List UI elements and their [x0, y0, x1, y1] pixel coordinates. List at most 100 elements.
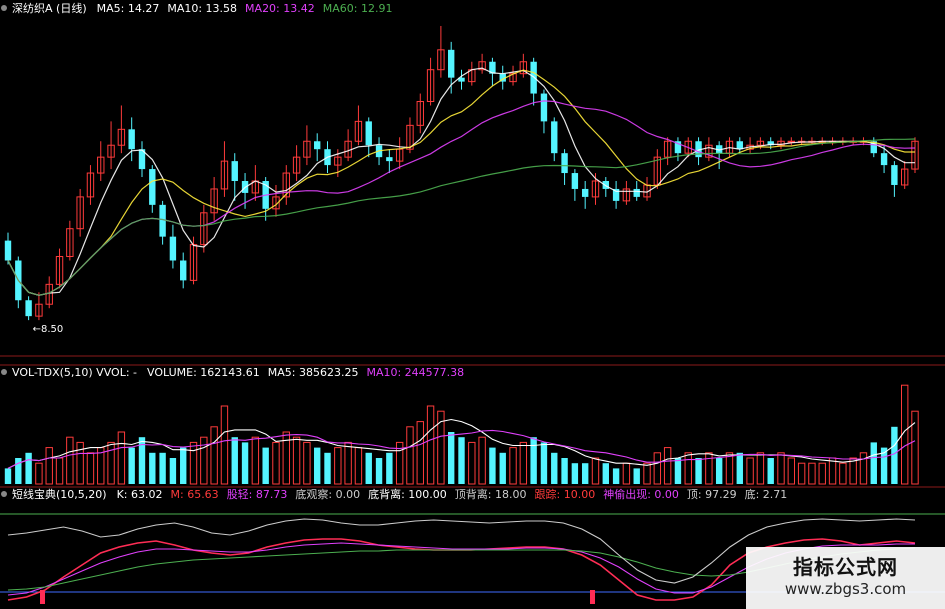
volume-bar: [406, 426, 414, 485]
volume-bar: [458, 437, 465, 484]
oscillator-header-indicator-9: 底: 2.71: [745, 487, 788, 501]
oscillator-header-indicator-3: 底观察: 0.00: [295, 487, 360, 501]
volume-bar: [859, 452, 868, 485]
volume-bar: [767, 458, 774, 484]
volume-bar: [684, 452, 692, 485]
candle-body-down: [180, 260, 187, 281]
volume-bar: [849, 457, 857, 485]
volume-bar: [35, 462, 43, 485]
volume-bar: [911, 410, 919, 485]
volume-bar: [591, 457, 600, 485]
candle-body-down: [880, 153, 888, 166]
price-header-indicator-1: MA10: 13.58: [167, 2, 237, 15]
volume-bar: [107, 441, 115, 485]
volume-bar: [210, 426, 218, 485]
candle-body-down: [633, 188, 640, 197]
volume-header-dot: [1, 369, 7, 375]
price-header-indicator-2: MA20: 13.42: [245, 2, 315, 15]
volume-bar: [653, 452, 662, 485]
volume-bar: [149, 452, 156, 484]
volume-bar: [386, 452, 393, 484]
oscillator-header-indicator-5: 顶背离: 18.00: [455, 487, 527, 501]
volume-bar: [499, 452, 506, 484]
volume-bar: [540, 442, 548, 484]
volume-bar: [622, 462, 631, 485]
volume-bar: [344, 441, 352, 485]
volume-bar: [725, 452, 734, 485]
candle-body-down: [447, 49, 455, 78]
volume-bar: [314, 447, 321, 484]
oscillator-header-indicator-8: 顶: 97.29: [687, 488, 737, 501]
volume-bar: [797, 462, 806, 485]
candle-body-down: [571, 173, 579, 189]
volume-header-indicator-1: MA5: 385623.25: [268, 366, 359, 379]
oscillator-header-indicator-6: 跟踪: 10.00: [535, 487, 596, 501]
candle-body-down: [231, 161, 238, 181]
volume-bar: [66, 436, 74, 485]
oscillator-header-indicator-2: 股轻: 87.73: [227, 487, 288, 501]
volume-bar: [468, 441, 476, 485]
volume-bar: [756, 452, 765, 485]
ma-line-ma5: [7, 67, 915, 296]
candle-body-down: [891, 165, 898, 185]
ma-line-ma20: [7, 100, 916, 296]
volume-bar: [519, 441, 528, 485]
volume-bar: [839, 462, 847, 485]
volume-bar: [324, 452, 331, 484]
volume-bar: [447, 432, 455, 484]
candle-body-down: [169, 236, 177, 261]
volume-bar: [551, 452, 558, 484]
volume-bar: [45, 447, 53, 485]
volume-bar: [663, 447, 672, 485]
volume-bar: [602, 463, 609, 484]
volume-bar: [354, 447, 363, 485]
volume-bar: [220, 405, 229, 485]
volume-bar: [159, 452, 166, 484]
volume-bar: [365, 452, 372, 484]
volume-bar: [189, 441, 198, 485]
volume-panel: [4, 384, 919, 485]
volume-bar: [705, 452, 713, 485]
price-header-indicator-0: MA5: 14.27: [97, 2, 160, 15]
volume-bar: [808, 462, 816, 485]
price-header-indicator-3: MA60: 12.91: [323, 2, 393, 15]
volume-bar: [736, 452, 743, 484]
volume-bar: [55, 457, 64, 485]
volume-bar: [4, 468, 12, 484]
volume-bar: [416, 421, 424, 485]
volume-bar: [530, 437, 537, 484]
volume-bar: [169, 458, 177, 484]
signal-marker: [590, 590, 595, 604]
price-header-dot: [1, 5, 7, 11]
volume-bar: [292, 436, 301, 485]
candle-body-down: [386, 157, 393, 162]
volume-bar: [643, 462, 651, 485]
volume-bar: [746, 457, 754, 485]
volume-bar: [241, 442, 249, 484]
volume-bar: [489, 447, 496, 484]
oscillator-header-indicator-4: 底背离: 100.00: [368, 487, 447, 501]
volume-bar: [891, 426, 898, 484]
volume-bar: [581, 463, 589, 484]
oscillator-header-dot: [1, 491, 7, 497]
oscillator-header-indicator-7: 神偷出现: 0.00: [603, 487, 679, 501]
candle-body-down: [365, 121, 372, 146]
volume-header-title: VOL-TDX(5,10) VVOL: -: [12, 366, 137, 379]
volume-bar: [509, 447, 517, 485]
candle-body-down: [540, 93, 548, 122]
watermark-title: 指标公式网: [793, 555, 898, 579]
volume-bar: [76, 441, 84, 485]
volume-bar: [303, 441, 311, 485]
candle-body-down: [551, 121, 558, 154]
volume-bar: [571, 463, 579, 484]
volume-bar: [787, 457, 796, 485]
volume-header-indicator-0: VOLUME: 162143.61: [147, 366, 260, 379]
low-price-marker: ←8.50: [33, 324, 64, 335]
candle-body-down: [561, 153, 568, 174]
volume-bar: [334, 447, 342, 485]
watermark-url: www.zbgs3.com: [784, 580, 907, 598]
volume-bar: [777, 452, 785, 485]
signal-marker: [40, 590, 45, 604]
volume-bar: [272, 441, 280, 485]
price-panel: ←8.50: [4, 25, 919, 335]
